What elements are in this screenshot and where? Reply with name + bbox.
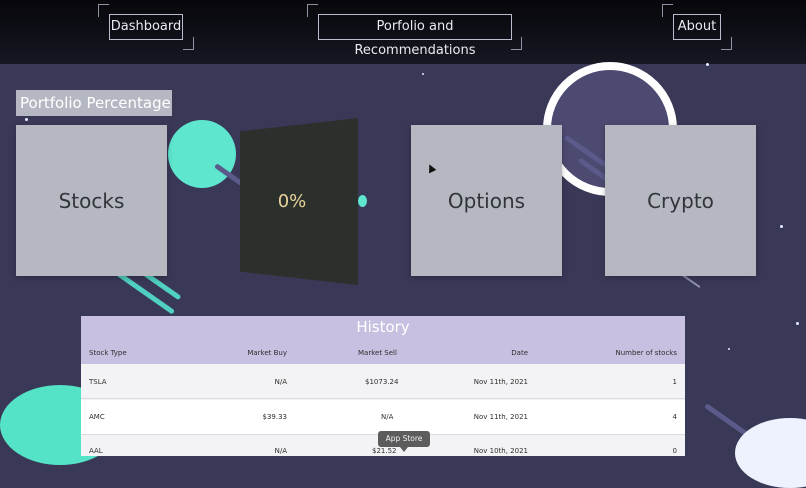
column-header-date: Date xyxy=(511,349,528,357)
cell-stock-type: TSLA xyxy=(89,378,107,386)
cell-number-of-stocks: 0 xyxy=(672,447,677,455)
cell-date: Nov 11th, 2021 xyxy=(473,378,528,386)
cell-number-of-stocks: 1 xyxy=(672,378,677,386)
portfolio-recommendations-button[interactable]: Porfolio and Recommendations xyxy=(318,14,512,58)
comet-streak-decoration xyxy=(681,273,701,289)
star-icon xyxy=(25,118,28,121)
about-button[interactable]: About xyxy=(673,14,721,40)
cell-market-sell: N/A xyxy=(381,413,394,421)
star-icon xyxy=(796,322,799,325)
cell-market-buy: $39.33 xyxy=(262,413,288,421)
cell-stock-type: AMC xyxy=(89,413,105,421)
app-store-tooltip: App Store xyxy=(378,431,430,452)
column-header-stock-type: Stock Type xyxy=(89,349,127,357)
cell-market-buy: N/A xyxy=(274,378,287,386)
teal-planet-decoration xyxy=(168,120,236,188)
cell-number-of-stocks: 4 xyxy=(672,413,677,421)
table-row[interactable]: TSLA N/A $1073.24 Nov 11th, 2021 1 xyxy=(81,364,685,399)
corner-bracket-icon xyxy=(183,37,194,50)
portfolio-percentage-title: Portfolio Percentage xyxy=(16,90,172,116)
history-header: History Stock Type Market Buy Market Sel… xyxy=(81,316,685,364)
cell-date: Nov 11th, 2021 xyxy=(473,413,528,421)
table-row[interactable]: AMC $39.33 N/A Nov 11th, 2021 4 xyxy=(81,400,685,435)
options-card[interactable]: Options xyxy=(411,125,562,276)
corner-bracket-icon xyxy=(307,4,318,17)
top-nav: Dashboard Porfolio and Recommendations A… xyxy=(0,0,806,64)
star-icon xyxy=(780,225,783,228)
dashboard-button[interactable]: Dashboard xyxy=(109,14,183,40)
corner-bracket-icon xyxy=(98,4,109,17)
stocks-card[interactable]: Stocks xyxy=(16,125,167,276)
star-icon xyxy=(706,63,709,66)
teal-dot-decoration xyxy=(358,195,367,207)
crypto-card[interactable]: Crypto xyxy=(605,125,756,276)
star-icon xyxy=(422,73,424,75)
cell-stock-type: AAL xyxy=(89,447,103,455)
cell-market-buy: N/A xyxy=(274,447,287,455)
percent-value: 0% xyxy=(277,191,307,212)
corner-bracket-icon xyxy=(662,4,673,17)
star-icon xyxy=(728,348,730,350)
cell-date: Nov 10th, 2021 xyxy=(473,447,528,455)
cell-market-sell: $21.52 xyxy=(372,447,397,455)
column-header-market-sell: Market Sell xyxy=(358,349,397,357)
corner-bracket-icon xyxy=(721,37,732,50)
cell-market-sell: $1073.24 xyxy=(365,378,399,386)
history-title: History xyxy=(356,318,410,336)
white-planet-decoration xyxy=(735,418,806,488)
column-header-market-buy: Market Buy xyxy=(247,349,287,357)
column-header-number-of-stocks: Number of stocks xyxy=(615,349,677,357)
corner-bracket-icon xyxy=(511,37,522,50)
